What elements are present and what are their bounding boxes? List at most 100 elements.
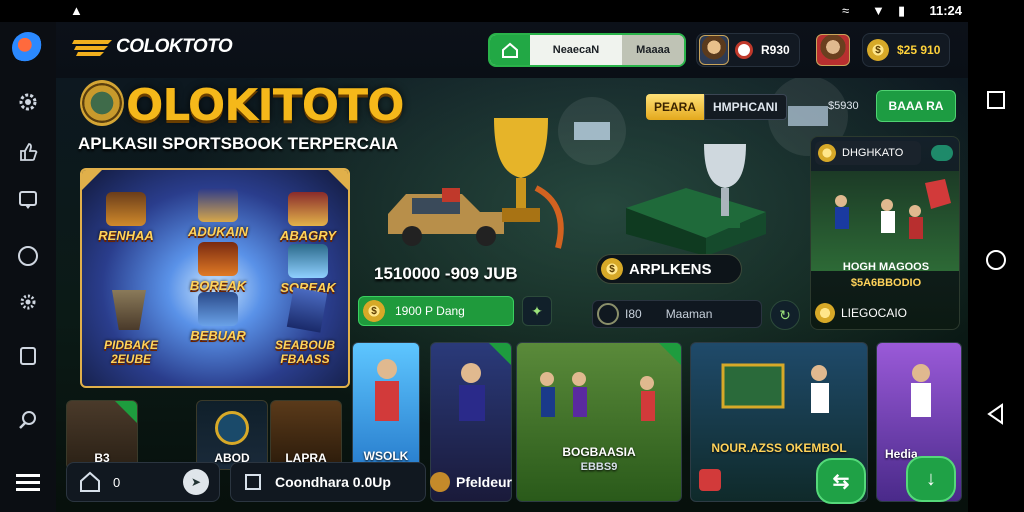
prize-button-label: 1900 P Dang — [395, 304, 465, 318]
card-label: WSOLK — [363, 449, 409, 463]
match-art — [811, 171, 959, 271]
game-label: BEBUAR — [190, 328, 246, 343]
download-button[interactable]: ↓ — [906, 456, 956, 502]
brand[interactable]: COLOKTOTO — [72, 36, 233, 58]
game-tile[interactable]: RENHAA — [86, 192, 166, 243]
bottom-pill-b[interactable]: Coondhara 0.0Up — [230, 462, 426, 502]
game-tile[interactable]: ABAGRY — [268, 192, 348, 243]
wifi-icon: ≈ — [842, 3, 850, 18]
games-panel[interactable]: RENHAA ADUKAIN ABAGRY BOREAK SOREAK BEBU… — [80, 168, 350, 388]
clock: 11:24 — [929, 3, 962, 18]
bottom-pill-c[interactable]: Pfeldeur — [430, 462, 512, 502]
coin-icon: $ — [867, 39, 889, 61]
game-art-icon — [288, 244, 328, 278]
document-icon[interactable] — [12, 340, 44, 372]
coin-icon: $ — [601, 258, 623, 280]
ball-icon — [430, 472, 450, 492]
game-label: BOREAK — [189, 278, 247, 293]
share-icon[interactable]: ✦ — [522, 296, 552, 326]
game-tile[interactable]: ADUKAIN — [178, 188, 258, 239]
brand-logo-icon — [72, 40, 112, 56]
chest-art-icon — [721, 363, 829, 413]
player-avatar[interactable] — [816, 34, 850, 66]
coin-icon — [815, 303, 835, 323]
match-card[interactable]: DHGHKATO HOGH MAGOOS $5A6BBODIO LIEGOCAI… — [810, 136, 960, 330]
case-label: ARPLKENS — [629, 260, 712, 278]
mini-tile[interactable]: ABOD — [196, 400, 268, 470]
panel-corner — [82, 170, 102, 190]
search-icon[interactable] — [12, 404, 44, 436]
circle-icon[interactable] — [12, 240, 44, 272]
segment-a[interactable]: NeaecaN — [530, 35, 622, 65]
home-tab[interactable] — [490, 35, 530, 65]
shield-badge-icon — [699, 469, 721, 491]
small-balance: $5930 — [828, 100, 859, 112]
arrow-icon[interactable]: ➤ — [183, 469, 209, 495]
coin-balance: $25 910 — [897, 43, 941, 57]
settings-icon[interactable] — [12, 86, 44, 118]
mini-tile[interactable]: LAPRA — [270, 400, 342, 470]
shield-art-icon — [112, 290, 146, 330]
tab-active[interactable]: PEARA — [646, 94, 705, 120]
info-row[interactable]: I80 Maaman — [592, 300, 762, 328]
game-label: SEABOUB FBAASS — [274, 338, 335, 366]
silver-trophy-icon — [704, 144, 746, 228]
info-b: Maaman — [665, 307, 713, 321]
game-tile[interactable]: BEBUAR — [178, 292, 258, 343]
case-pill[interactable]: $ ARPLKENS — [596, 254, 742, 284]
game-label: PIDBAKE 2EUBE — [103, 338, 158, 366]
game-art-icon — [198, 292, 238, 326]
match-footer: LIEGOCAIO — [815, 301, 957, 325]
token-icon — [735, 41, 753, 59]
mini-tile[interactable]: B3 — [66, 400, 138, 470]
swap-button[interactable]: ⇆ — [816, 458, 866, 504]
bottom-b-value: Coondhara 0.0Up — [275, 474, 391, 490]
recents-icon[interactable] — [984, 88, 1008, 112]
match-card-header: DHGHKATO — [815, 141, 921, 165]
message-icon[interactable] — [12, 184, 44, 216]
bottom-pill-a[interactable]: 0 ➤ — [66, 462, 220, 502]
player-art-icon — [375, 359, 399, 421]
cta-button[interactable]: BAAA RA — [876, 90, 956, 122]
menu-icon[interactable] — [12, 466, 44, 498]
gear-icon[interactable] — [12, 286, 44, 318]
info-a: I80 — [625, 307, 642, 321]
top-header: COLOKTOTO NeaecaN Maaaa R930 $ $25 910 — [56, 22, 968, 78]
status-bar: ▲ ≈ ▼ ▮ 11:24 — [0, 0, 1024, 22]
segment-b[interactable]: Maaaa — [622, 35, 684, 65]
home-icon[interactable] — [984, 248, 1008, 272]
battery-icon: ▮ — [898, 3, 906, 18]
game-art-icon — [106, 192, 146, 226]
tab-inactive[interactable]: HMPHCANI — [704, 94, 787, 120]
bottom-c-value: Pfeldeur — [455, 474, 512, 490]
mode-switch[interactable]: NeaecaN Maaaa — [488, 33, 686, 67]
toggle-icon[interactable] — [931, 145, 953, 161]
game-tile[interactable]: PIDBAKE 2EUBE — [86, 338, 176, 366]
hero-title: OLOKITOTO — [126, 80, 405, 131]
prize-button[interactable]: $ 1900 P Dang — [358, 296, 514, 326]
match-title: HOGH MAGOOS — [842, 261, 930, 273]
refresh-icon[interactable]: ↻ — [770, 300, 800, 330]
profile-balance-pill[interactable]: R930 — [696, 33, 800, 67]
game-art-icon — [288, 192, 328, 226]
players-art-icon — [835, 179, 951, 239]
avatar[interactable] — [699, 35, 729, 65]
game-tile[interactable]: SEABOUB FBAASS — [262, 338, 348, 366]
game-label: ABAGRY — [279, 228, 337, 243]
game-label: RENHAA — [98, 228, 154, 243]
match-footer-label: LIEGOCAIO — [841, 306, 908, 320]
trophy-icon — [494, 118, 564, 249]
home-outline-icon — [80, 471, 100, 492]
coin-balance-pill[interactable]: $ $25 910 — [862, 33, 950, 67]
card-label: NOUR.AZSS OKEMBOL — [711, 441, 847, 455]
game-label: ADUKAIN — [188, 224, 248, 239]
flag-icon — [115, 401, 137, 423]
game-tile[interactable]: SOREAK — [268, 244, 348, 295]
thumbs-up-icon[interactable] — [12, 136, 44, 168]
promo-card[interactable]: BOGBAASIA EBBS9 — [516, 342, 682, 502]
game-tile[interactable]: BOREAK — [178, 242, 258, 293]
badge-icon — [215, 411, 249, 445]
back-icon[interactable] — [984, 402, 1008, 426]
app-logo-icon[interactable] — [12, 32, 44, 64]
main-content: OLOKITOTO APLKASII SPORTSBOOK TERPERCAIA… — [56, 78, 968, 512]
